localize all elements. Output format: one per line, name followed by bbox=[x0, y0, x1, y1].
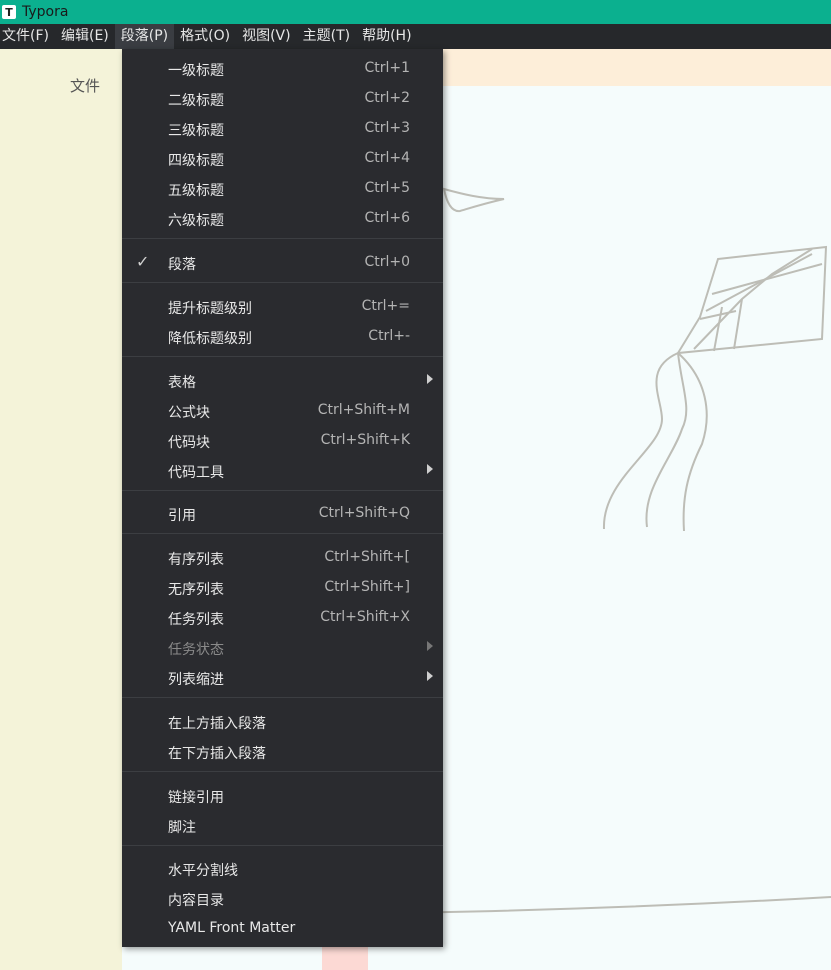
menu-item-label: 任务状态 bbox=[168, 642, 224, 658]
menu-item-horizontal-rule[interactable]: 水平分割线 bbox=[122, 853, 443, 883]
menu-item-toc[interactable]: 内容目录 bbox=[122, 883, 443, 913]
menu-item-promote-heading[interactable]: 提升标题级别 Ctrl+= bbox=[122, 291, 443, 321]
menu-bar: 文件(F) 编辑(E) 段落(P) 格式(O) 视图(V) 主题(T) 帮助(H… bbox=[0, 24, 831, 49]
menu-item-heading-6[interactable]: 六级标题 Ctrl+6 bbox=[122, 203, 443, 233]
menu-item-footnote[interactable]: 脚注 bbox=[122, 810, 443, 840]
menu-item-shortcut: Ctrl+Shift+X bbox=[320, 609, 410, 625]
menu-item-label: 表格 bbox=[168, 375, 196, 391]
submenu-arrow-icon bbox=[427, 374, 433, 384]
menu-item-task-list[interactable]: 任务列表 Ctrl+Shift+X bbox=[122, 602, 443, 632]
menu-separator bbox=[122, 533, 443, 534]
menu-item-yaml-front-matter[interactable]: YAML Front Matter bbox=[122, 913, 443, 943]
menu-item-label: 在上方插入段落 bbox=[168, 716, 266, 732]
menu-item-label: 提升标题级别 bbox=[168, 301, 252, 317]
menu-item-label: YAML Front Matter bbox=[168, 920, 296, 936]
menu-item-shortcut: Ctrl+Shift+M bbox=[317, 402, 410, 418]
menu-item-shortcut: Ctrl+1 bbox=[364, 60, 410, 76]
menu-item-label: 六级标题 bbox=[168, 213, 224, 229]
window-title: Typora bbox=[22, 4, 69, 20]
menu-edit[interactable]: 编辑(E) bbox=[55, 24, 115, 49]
menu-item-shortcut: Ctrl+- bbox=[368, 328, 410, 344]
menu-item-label: 列表缩进 bbox=[168, 672, 224, 688]
menu-format[interactable]: 格式(O) bbox=[174, 24, 236, 49]
menu-item-label: 水平分割线 bbox=[168, 863, 238, 879]
menu-view[interactable]: 视图(V) bbox=[236, 24, 297, 49]
typora-logo-icon: T bbox=[2, 5, 16, 19]
menu-item-insert-above[interactable]: 在上方插入段落 bbox=[122, 706, 443, 736]
menu-item-link-reference[interactable]: 链接引用 bbox=[122, 780, 443, 810]
menu-item-label: 一级标题 bbox=[168, 63, 224, 79]
menu-separator bbox=[122, 282, 443, 283]
title-bar: T Typora bbox=[0, 0, 831, 24]
menu-separator bbox=[122, 238, 443, 239]
menu-item-quote[interactable]: 引用 Ctrl+Shift+Q bbox=[122, 498, 443, 528]
menu-item-label: 公式块 bbox=[168, 405, 210, 421]
menu-item-code-tools[interactable]: 代码工具 bbox=[122, 455, 443, 485]
menu-item-label: 脚注 bbox=[168, 820, 196, 836]
menu-item-label: 五级标题 bbox=[168, 183, 224, 199]
menu-help[interactable]: 帮助(H) bbox=[356, 24, 417, 49]
menu-item-shortcut: Ctrl+= bbox=[361, 298, 410, 314]
menu-item-label: 四级标题 bbox=[168, 153, 224, 169]
menu-item-heading-1[interactable]: 一级标题 Ctrl+1 bbox=[122, 53, 443, 83]
menu-item-label: 三级标题 bbox=[168, 123, 224, 139]
menu-item-heading-5[interactable]: 五级标题 Ctrl+5 bbox=[122, 173, 443, 203]
menu-separator bbox=[122, 697, 443, 698]
menu-separator bbox=[122, 845, 443, 846]
menu-item-heading-4[interactable]: 四级标题 Ctrl+4 bbox=[122, 143, 443, 173]
menu-separator bbox=[122, 490, 443, 491]
paragraph-dropdown-menu: 一级标题 Ctrl+1 二级标题 Ctrl+2 三级标题 Ctrl+3 四级标题… bbox=[122, 49, 443, 947]
menu-item-shortcut: Ctrl+3 bbox=[364, 120, 410, 136]
menu-separator bbox=[122, 771, 443, 772]
menu-item-label: 内容目录 bbox=[168, 893, 224, 909]
menu-item-shortcut: Ctrl+5 bbox=[364, 180, 410, 196]
menu-item-ordered-list[interactable]: 有序列表 Ctrl+Shift+[ bbox=[122, 542, 443, 572]
submenu-arrow-icon bbox=[427, 464, 433, 474]
menu-item-shortcut: Ctrl+Shift+K bbox=[320, 432, 410, 448]
menu-item-insert-below[interactable]: 在下方插入段落 bbox=[122, 736, 443, 766]
menu-item-unordered-list[interactable]: 无序列表 Ctrl+Shift+] bbox=[122, 572, 443, 602]
menu-item-shortcut: Ctrl+2 bbox=[364, 90, 410, 106]
menu-item-code-block[interactable]: 代码块 Ctrl+Shift+K bbox=[122, 425, 443, 455]
sidebar: 文件 bbox=[0, 49, 122, 970]
menu-separator bbox=[122, 356, 443, 357]
menu-item-paragraph[interactable]: ✓ 段落 Ctrl+0 bbox=[122, 247, 443, 277]
menu-item-shortcut: Ctrl+Shift+] bbox=[324, 579, 410, 595]
menu-item-list-indent[interactable]: 列表缩进 bbox=[122, 662, 443, 692]
menu-item-label: 在下方插入段落 bbox=[168, 746, 266, 762]
menu-item-heading-2[interactable]: 二级标题 Ctrl+2 bbox=[122, 83, 443, 113]
menu-paragraph[interactable]: 段落(P) bbox=[114, 24, 175, 49]
menu-item-label: 二级标题 bbox=[168, 93, 224, 109]
menu-item-label: 降低标题级别 bbox=[168, 331, 252, 347]
menu-item-label: 代码工具 bbox=[168, 465, 224, 481]
sidebar-files-label[interactable]: 文件 bbox=[70, 75, 100, 96]
menu-item-shortcut: Ctrl+0 bbox=[364, 254, 410, 270]
menu-item-label: 代码块 bbox=[168, 435, 210, 451]
menu-item-shortcut: Ctrl+Shift+Q bbox=[318, 505, 410, 521]
menu-item-task-status: 任务状态 bbox=[122, 632, 443, 662]
menu-item-heading-3[interactable]: 三级标题 Ctrl+3 bbox=[122, 113, 443, 143]
submenu-arrow-icon bbox=[427, 671, 433, 681]
menu-item-label: 无序列表 bbox=[168, 582, 224, 598]
checkmark-icon: ✓ bbox=[136, 252, 150, 271]
menu-item-label: 链接引用 bbox=[168, 790, 224, 806]
menu-theme[interactable]: 主题(T) bbox=[297, 24, 356, 49]
menu-item-demote-heading[interactable]: 降低标题级别 Ctrl+- bbox=[122, 321, 443, 351]
menu-file[interactable]: 文件(F) bbox=[0, 24, 55, 49]
menu-item-shortcut: Ctrl+4 bbox=[364, 150, 410, 166]
menu-item-label: 有序列表 bbox=[168, 552, 224, 568]
menu-item-label: 任务列表 bbox=[168, 612, 224, 628]
menu-item-shortcut: Ctrl+6 bbox=[364, 210, 410, 226]
menu-item-math-block[interactable]: 公式块 Ctrl+Shift+M bbox=[122, 395, 443, 425]
submenu-arrow-icon bbox=[427, 641, 433, 651]
menu-item-shortcut: Ctrl+Shift+[ bbox=[324, 549, 410, 565]
menu-item-label: 引用 bbox=[168, 508, 196, 524]
menu-item-table[interactable]: 表格 bbox=[122, 365, 443, 395]
menu-item-label: 段落 bbox=[168, 257, 196, 273]
